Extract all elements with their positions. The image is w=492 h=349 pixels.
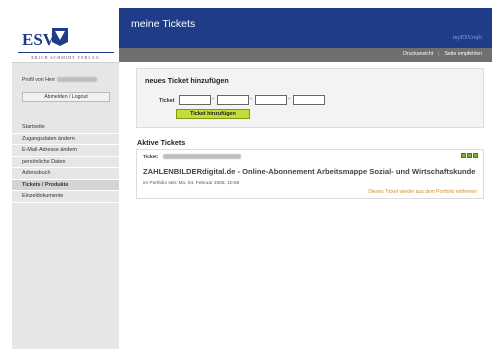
ticket-id-label: Ticket: (143, 154, 159, 160)
page-title: meine Tickets (131, 18, 196, 30)
sidebar-item-persoenliche-daten[interactable]: persönliche Daten (12, 157, 119, 168)
top-header: meine Tickets myESV.info (119, 8, 492, 48)
active-tickets-heading: Aktive Tickets (137, 138, 186, 147)
brand-link[interactable]: myESV.info (453, 34, 482, 41)
status-square-icon (467, 153, 472, 158)
ticket-product-name: ZAHLENBILDERdigital.de - Online-Abonneme… (143, 167, 476, 176)
ticket-code-field-4[interactable] (293, 95, 325, 105)
sidebar-item-startseite[interactable]: Startseite (12, 122, 119, 134)
remove-ticket-link[interactable]: Dieses Ticket wieder aus dem Portfolio e… (368, 189, 477, 195)
status-square-icon (461, 153, 466, 158)
print-view-link[interactable]: Druckansicht (403, 51, 433, 57)
utility-separator: | (438, 51, 440, 57)
redacted-username (56, 77, 97, 83)
ticket-code-field-3[interactable] (255, 95, 287, 105)
new-ticket-heading: neues Ticket hinzufügen (145, 76, 229, 85)
ticket-added-date: im Portfolio seit: Mo, 04. Februar 2008,… (143, 181, 240, 186)
ticket-id-row: Ticket: (143, 154, 241, 160)
ticket-separator: - (250, 96, 252, 102)
status-square-icon (473, 153, 478, 158)
add-ticket-button[interactable]: Ticket hinzufügen (176, 109, 250, 119)
ticket-status-indicator (460, 153, 478, 160)
sidebar-item-adressbuch[interactable]: Adressbuch (12, 168, 119, 180)
ticket-code-field-1[interactable] (179, 95, 211, 105)
redacted-ticket-code (162, 154, 241, 159)
utility-bar: Druckansicht | Seite empfehlen (119, 48, 492, 62)
ticket-code-field-2[interactable] (217, 95, 249, 105)
new-ticket-panel: neues Ticket hinzufügen Ticket - - - Tic… (136, 68, 484, 128)
sidebar: Profil von Herr Abmelden / Logout Starts… (12, 8, 119, 349)
ticket-separator: - (288, 96, 290, 102)
sidebar-item-einzeldokumente[interactable]: Einzeldokumente (12, 191, 119, 203)
profile-label: Profil von Herr (22, 77, 56, 83)
recommend-page-link[interactable]: Seite empfehlen (445, 51, 483, 57)
ticket-label: Ticket (159, 98, 175, 104)
sidebar-item-zugangsdaten[interactable]: Zugangsdaten ändern (12, 134, 119, 145)
utility-links: Druckansicht | Seite empfehlen (403, 51, 482, 57)
sidebar-item-email[interactable]: E-Mail-Adresse ändern (12, 145, 119, 157)
sidebar-item-tickets[interactable]: Tickets / Produkte (12, 179, 119, 191)
ticket-separator: - (212, 96, 214, 102)
sidebar-nav: Startseite Zugangsdaten ändern E-Mail-Ad… (12, 122, 119, 203)
ticket-card: Ticket: ZAHLENBILDERdigital.de - Online-… (136, 149, 484, 199)
logout-button[interactable]: Abmelden / Logout (22, 92, 110, 102)
profile-line: Profil von Herr (22, 77, 97, 83)
